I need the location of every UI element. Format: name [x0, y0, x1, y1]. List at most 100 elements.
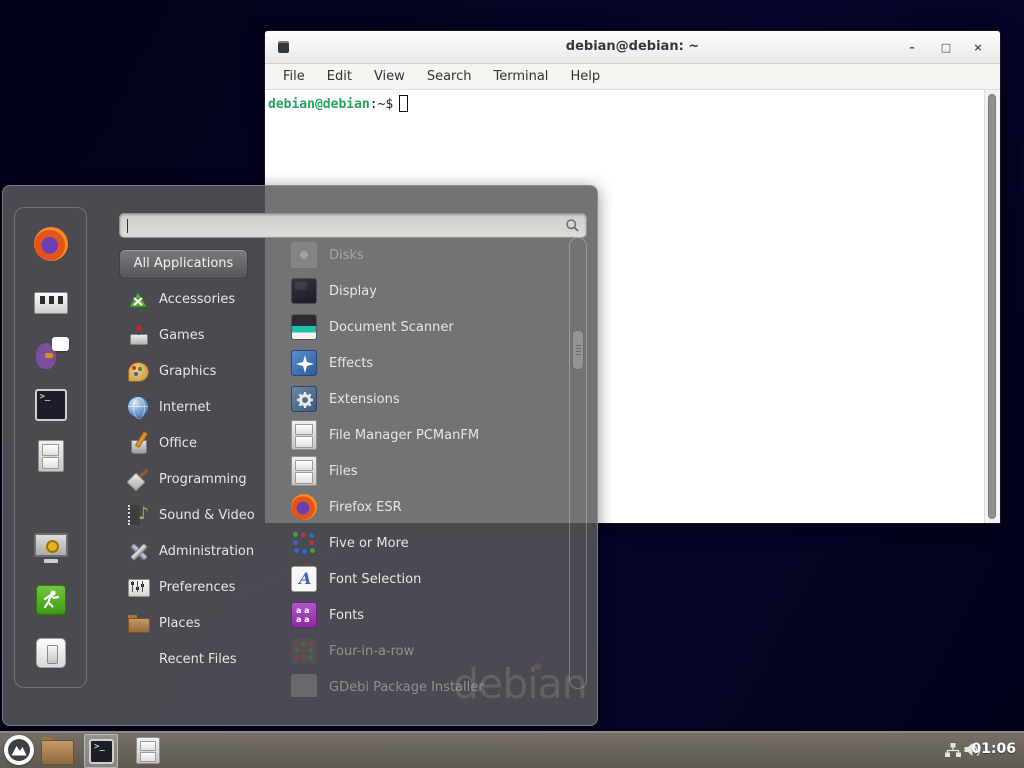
display-icon [291, 278, 317, 304]
monitor-stand [44, 559, 58, 563]
graphics-icon [127, 360, 149, 382]
category-graphics[interactable]: Graphics [119, 353, 269, 389]
file-cabinet-icon[interactable] [38, 440, 64, 472]
shutdown-icon[interactable] [33, 635, 69, 671]
terminal-icon[interactable]: >_ [35, 389, 67, 421]
scrollbar-thumb[interactable] [572, 330, 584, 370]
terminal-icon: >_ [89, 739, 114, 764]
internet-icon [127, 396, 149, 418]
menu-icon[interactable] [4, 735, 34, 765]
category-accessories[interactable]: Accessories [119, 281, 269, 317]
effects-icon [291, 350, 317, 376]
firefox-icon [291, 494, 317, 520]
app-four-in-a-row[interactable]: Four-in-a-row [265, 633, 567, 669]
terminal-titlebar[interactable]: debian@debian: ~ – □ × [265, 31, 1000, 64]
five-or-more-icon [291, 530, 317, 556]
four-in-a-row-icon [291, 638, 317, 664]
menu-logo [4, 735, 34, 765]
programming-icon [127, 468, 149, 490]
maximize-button[interactable]: □ [936, 38, 956, 58]
minimize-button[interactable]: – [902, 38, 922, 58]
office-icon [127, 432, 149, 454]
terminal-scrollbar[interactable] [984, 90, 1000, 523]
mixer-icon[interactable] [33, 285, 69, 321]
blank-icon [127, 648, 149, 670]
all-applications-button[interactable]: All Applications [119, 249, 248, 279]
prompt-user-host: debian@debian [268, 97, 370, 112]
speech-bubble [52, 337, 69, 351]
terminal-taskbar-button[interactable]: >_ [84, 734, 118, 768]
menu-help[interactable]: Help [560, 66, 610, 87]
logout-icon[interactable] [33, 582, 69, 618]
search-icon [565, 218, 580, 233]
sound-video-icon [127, 504, 149, 526]
scrollbar-thumb[interactable] [988, 94, 996, 519]
document-scanner-icon [291, 314, 317, 340]
mixer-shape [34, 292, 68, 314]
running-figure [39, 588, 63, 612]
category-recent-files[interactable]: Recent Files [119, 641, 269, 677]
app-files[interactable]: Files [265, 453, 567, 489]
administration-icon [127, 540, 149, 562]
app-firefox-esr[interactable]: Firefox ESR [265, 489, 567, 525]
app-font-selection[interactable]: Font Selection [265, 561, 567, 597]
window-title: debian@debian: ~ [265, 39, 1000, 54]
app-display[interactable]: Display [265, 273, 567, 309]
menu-edit[interactable]: Edit [317, 66, 362, 87]
firefox-icon[interactable] [34, 227, 68, 261]
prompt-path: :~$ [370, 97, 393, 112]
accessories-icon [127, 288, 149, 310]
pidgin-icon[interactable] [33, 335, 69, 371]
network-icon[interactable] [944, 742, 962, 763]
app-document-scanner[interactable]: Document Scanner [265, 309, 567, 345]
disks-icon [291, 242, 317, 268]
menu-search[interactable]: Search [417, 66, 482, 87]
games-icon [127, 324, 149, 346]
taskbar: >_ 01:06 [0, 731, 1024, 768]
menu-terminal[interactable]: Terminal [483, 66, 558, 87]
category-office[interactable]: Office [119, 425, 269, 461]
app-five-or-more[interactable]: Five or More [265, 525, 567, 561]
category-preferences[interactable]: Preferences [119, 569, 269, 605]
app-fonts[interactable]: Fonts [265, 597, 567, 633]
penguin-beak [45, 353, 53, 358]
app-list-scrollbar[interactable] [569, 237, 587, 689]
terminal-cursor [399, 95, 408, 112]
folder-icon[interactable] [41, 737, 72, 763]
category-programming[interactable]: Programming [119, 461, 269, 497]
category-places[interactable]: Places [119, 605, 269, 641]
app-effects[interactable]: Effects [265, 345, 567, 381]
app-gdebi-package-installer[interactable]: GDebi Package Installer [265, 669, 567, 697]
fonts-icon [291, 602, 317, 628]
application-menu: >_ All Applications Accessories Gam [2, 185, 598, 726]
menu-view[interactable]: View [364, 66, 415, 87]
category-administration[interactable]: Administration [119, 533, 269, 569]
application-list: Disks Display Document Scanner Effects E… [265, 237, 567, 697]
search-input[interactable] [119, 213, 587, 238]
menu-file[interactable]: File [273, 66, 315, 87]
clock[interactable]: 01:06 [971, 741, 1016, 757]
gdebi-icon [291, 674, 317, 697]
app-disks[interactable]: Disks [265, 237, 567, 273]
desktop: debian debian@debian: ~ – □ × File Edit … [0, 0, 1024, 768]
font-selection-icon [291, 566, 317, 592]
category-games[interactable]: Games [119, 317, 269, 353]
category-list: Accessories Games Graphics Internet Offi… [119, 281, 269, 677]
file-cabinet-icon[interactable] [136, 737, 160, 764]
lock-screen-icon[interactable] [33, 530, 69, 566]
switch-shape [36, 638, 66, 668]
category-sound-video[interactable]: Sound & Video [119, 497, 269, 533]
app-file-manager-pcmanfm[interactable]: File Manager PCManFM [265, 417, 567, 453]
text-caret [127, 219, 128, 233]
app-extensions[interactable]: Extensions [265, 381, 567, 417]
extensions-icon [291, 386, 317, 412]
category-internet[interactable]: Internet [119, 389, 269, 425]
close-button[interactable]: × [968, 38, 988, 58]
places-icon [127, 612, 149, 634]
preferences-icon [127, 576, 149, 598]
file-cabinet-icon [291, 456, 317, 486]
favorites-panel: >_ [14, 207, 87, 688]
monitor-shape [34, 533, 68, 557]
file-cabinet-icon [291, 420, 317, 450]
terminal-menubar: File Edit View Search Terminal Help [265, 64, 1000, 90]
